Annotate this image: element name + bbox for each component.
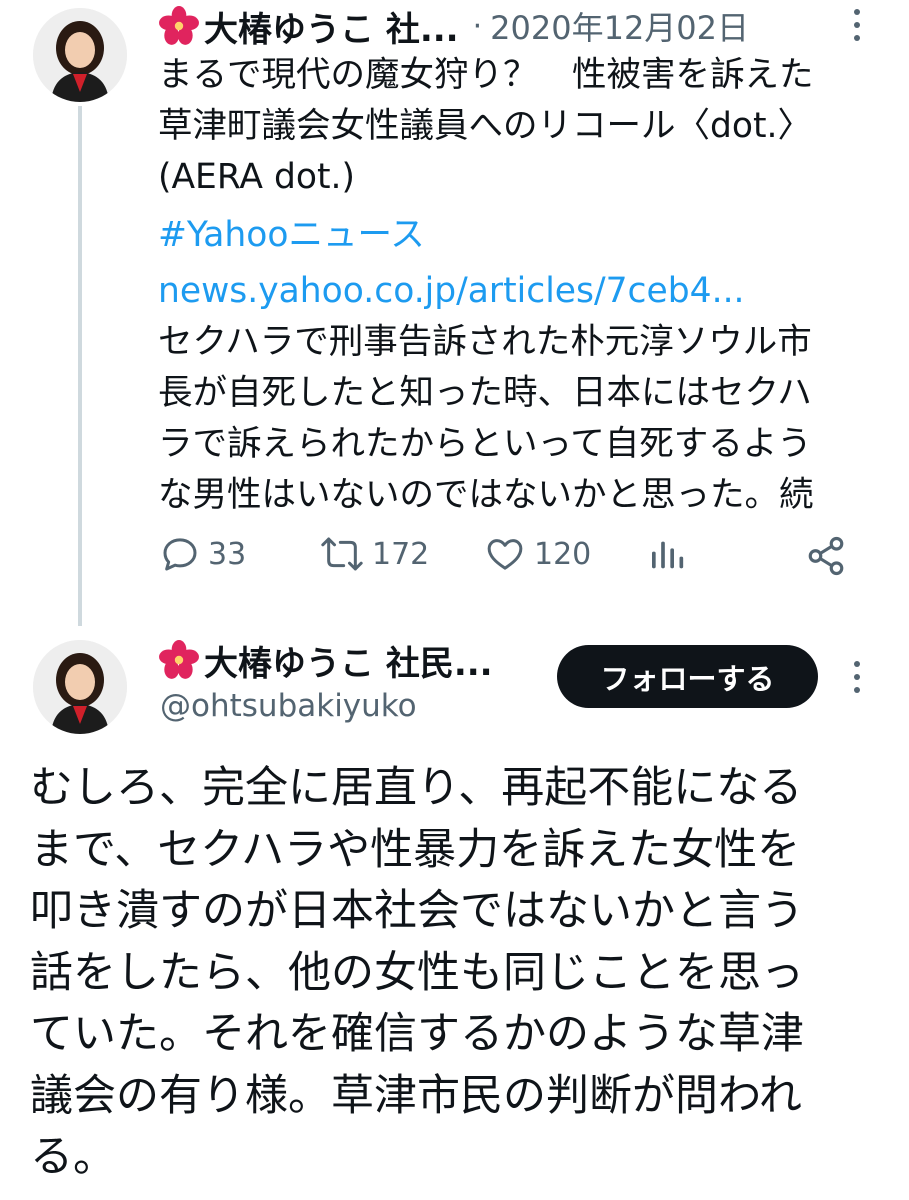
avatar-image xyxy=(33,640,127,734)
text-line: な男性はいないのではないかと思った。続 xyxy=(158,475,814,515)
avatar[interactable] xyxy=(33,8,127,102)
text-line: まるで現代の魔女狩り？ 性被害を訴えた xyxy=(158,55,814,95)
text-line: (AERA dot.) xyxy=(158,157,355,197)
avatar[interactable] xyxy=(33,640,127,734)
like-icon xyxy=(487,539,523,570)
article-link[interactable]: news.yahoo.co.jp/articles/7ceb4... xyxy=(158,266,893,317)
text-line: 話をしたら、他の女性も同じことを思っ xyxy=(30,947,804,998)
text-line: ラで訴えられたからといって自死するよう xyxy=(158,424,812,464)
author-handle[interactable]: @ohtsubakiyuko xyxy=(160,688,417,724)
views-icon[interactable] xyxy=(647,535,687,575)
tweet-header: 大椿ゆうこ 社... · 2020年12月02日 xyxy=(158,2,749,50)
like-button[interactable]: 120 xyxy=(484,534,591,574)
share-icon[interactable] xyxy=(805,535,847,577)
retweet-icon xyxy=(321,537,363,571)
text-line: セクハラで刑事告訴された朴元淳ソウル市 xyxy=(158,322,812,362)
author-name[interactable]: 大椿ゆうこ 社... xyxy=(204,2,459,51)
avatar-image xyxy=(33,8,127,102)
separator: · xyxy=(472,8,483,44)
like-count: 120 xyxy=(534,536,592,572)
text-line: 長が自死したと知った時、日本にはセクハ xyxy=(158,373,812,413)
tweet-text: むしろ、完全に居直り、再起不能になる まで、セクハラや性暴力を訴えた女性を 叩き… xyxy=(30,758,890,1189)
text-line: まで、セクハラや性暴力を訴えた女性を xyxy=(30,824,801,875)
retweet-count: 172 xyxy=(372,536,430,572)
text-line: むしろ、完全に居直り、再起不能になる xyxy=(30,763,803,813)
retweet-button[interactable]: 172 xyxy=(320,534,429,574)
tweet-header: 大椿ゆうこ 社民... xyxy=(158,636,493,684)
reply-count: 33 xyxy=(208,536,247,572)
flower-icon xyxy=(159,6,199,45)
tweet-date[interactable]: 2020年12月02日 xyxy=(490,3,749,49)
text-line: ていた。それを確信するかのような草津 xyxy=(30,1009,804,1059)
text-line: 議会の有り様。草津市民の判断が問われ xyxy=(30,1070,802,1121)
text-line: る。 xyxy=(30,1132,116,1182)
more-icon[interactable] xyxy=(847,657,867,697)
text-line: 叩き潰すのが日本社会ではないかと言う xyxy=(30,886,804,936)
reply-button[interactable]: 33 xyxy=(160,534,246,574)
flower-icon xyxy=(159,640,199,679)
thread-connector-line xyxy=(78,106,82,626)
hashtag-link[interactable]: #Yahooニュース xyxy=(158,210,893,261)
tweet-text: まるで現代の魔女狩り？ 性被害を訴えた 草津町議会女性議員へのリコール〈dot.… xyxy=(158,50,893,521)
follow-button[interactable]: フォローする xyxy=(557,645,818,708)
text-line: 草津町議会女性議員へのリコール〈dot.〉 xyxy=(158,106,812,146)
reply-icon xyxy=(163,538,197,571)
author-name[interactable]: 大椿ゆうこ 社民... xyxy=(204,636,493,685)
more-icon[interactable] xyxy=(847,5,867,45)
